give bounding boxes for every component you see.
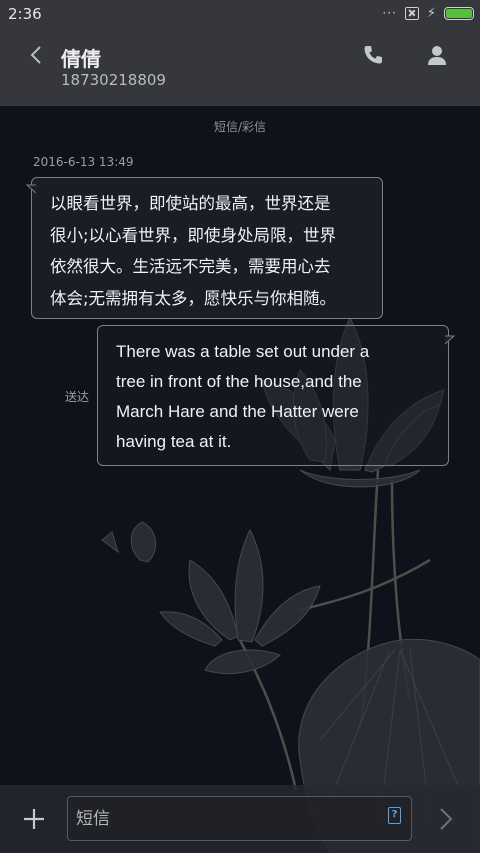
- back-chevron-icon[interactable]: [26, 44, 48, 66]
- send-icon[interactable]: [436, 807, 456, 831]
- profile-icon[interactable]: [426, 44, 448, 66]
- message-line: 很小;以心看世界，即使身处局限，世界: [50, 225, 337, 245]
- message-line: 体会;无需拥有太多，愿快乐与你相随。: [50, 288, 337, 308]
- message-input-wrapper: ?: [67, 796, 412, 841]
- message-timestamp: 2016-6-13 13:49: [33, 155, 134, 169]
- message-line: having tea at it.: [116, 432, 232, 451]
- message-line: March Hare and the Hatter were: [116, 402, 359, 421]
- message-line: There was a table set out under a: [116, 342, 370, 361]
- status-bar: 2:36 ··· ⚡︎: [0, 0, 480, 28]
- more-dots-icon: ···: [382, 6, 397, 20]
- battery-level-fill: [446, 8, 472, 18]
- charging-bolt-icon: ⚡︎: [426, 5, 436, 21]
- contact-name[interactable]: 倩倩: [61, 43, 101, 72]
- status-icons: ··· ⚡︎: [382, 6, 474, 20]
- bubble-tail-icon: [26, 184, 36, 194]
- phone-icon[interactable]: [362, 44, 384, 66]
- message-type-label: 短信/彩信: [213, 120, 267, 134]
- composer-bar: ?: [0, 785, 480, 853]
- message-line: 依然很大。生活远不完美，需要用心去: [50, 257, 331, 276]
- delivery-status: 送达: [65, 390, 90, 404]
- bubble-tail-icon: [445, 335, 455, 345]
- sim-card-icon[interactable]: ?: [388, 807, 401, 824]
- conversation-header: 倩倩 18730218809: [0, 28, 480, 106]
- add-icon[interactable]: [22, 807, 46, 831]
- message-line: 以眼看世界，即使站的最高，世界还是: [50, 194, 331, 213]
- outgoing-message-bubble[interactable]: There was a table set out under a tree i…: [97, 325, 455, 466]
- message-line: tree in front of the house,and the: [116, 372, 362, 391]
- message-input[interactable]: [76, 797, 376, 840]
- battery-icon: [444, 6, 474, 20]
- incoming-message-bubble[interactable]: 以眼看世界，即使站的最高，世界还是 很小;以心看世界，即使身处局限，世界 依然很…: [26, 177, 383, 319]
- contact-number[interactable]: 18730218809: [61, 71, 166, 89]
- status-time: 2:36: [8, 5, 42, 23]
- no-sim-icon: [404, 6, 419, 20]
